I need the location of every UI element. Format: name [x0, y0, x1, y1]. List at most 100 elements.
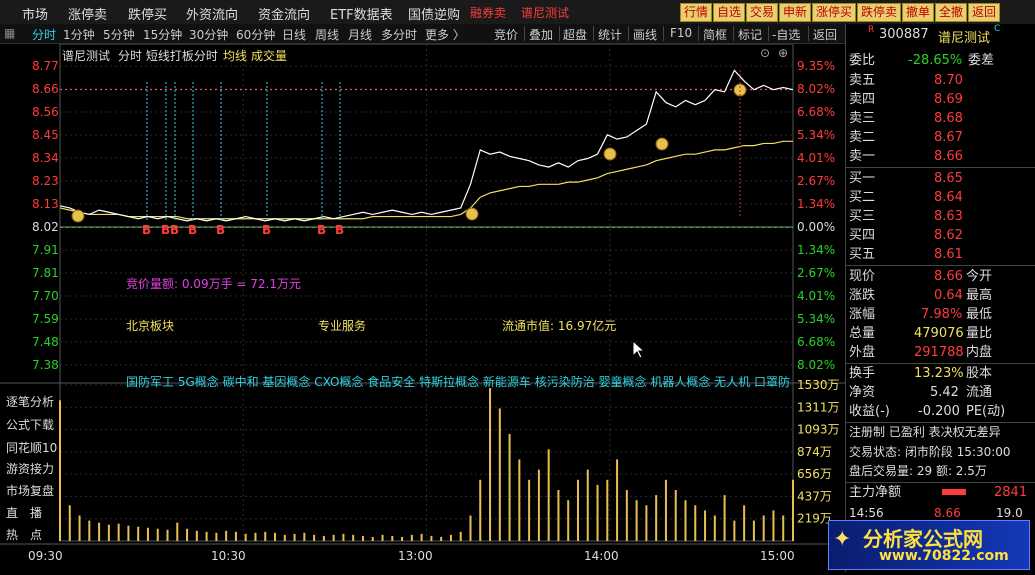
- divider: [524, 26, 525, 41]
- tab-5min[interactable]: 5分钟: [103, 26, 135, 43]
- chart-canvas[interactable]: 8.77 9.35% 8.66 8.02% 8.56 6.68% 8.45 5.34% 8.34…: [0, 43, 845, 572]
- quote-panel: R 300887 谱尼测试 C 委比 -28.65% 委差 卖五 8.70 卖四…: [845, 24, 1035, 572]
- menu-limit-down-buy[interactable]: 跌停买: [128, 4, 167, 23]
- tab-intraday[interactable]: 分时: [32, 26, 56, 43]
- ask4-price[interactable]: 8.69: [934, 90, 963, 109]
- time-label: 15:00: [760, 549, 795, 563]
- logo-star-icon: ✦: [833, 527, 852, 552]
- left-menu-tick-analysis[interactable]: 逐笔分析: [6, 393, 54, 410]
- tab-15min[interactable]: 15分钟: [143, 26, 182, 43]
- volume-bar: [361, 535, 364, 541]
- trade-status: 交易状态: 闭市阶段 15:30:00: [849, 445, 1011, 459]
- left-menu-formula-download[interactable]: 公式下载: [6, 416, 54, 433]
- btn-limit-up-buy[interactable]: 涨停买: [812, 3, 857, 22]
- tool-f10[interactable]: F10: [670, 26, 692, 40]
- menu-limit-up-sell[interactable]: 涨停卖: [68, 4, 107, 23]
- tab-1min[interactable]: 1分钟: [63, 26, 95, 43]
- menu-foreign-flow[interactable]: 外资流向: [186, 4, 238, 23]
- bid5-price[interactable]: 8.61: [934, 245, 963, 264]
- right-axis-tick-label: 1.34%: [797, 197, 835, 211]
- bid4-label: 买四: [849, 228, 876, 243]
- volume-bar: [498, 408, 501, 541]
- money-bag-icon: [655, 137, 669, 151]
- tool-return[interactable]: 返回: [813, 26, 837, 43]
- eps-value: -0.200: [918, 404, 960, 419]
- left-menu-live[interactable]: 直 播: [6, 504, 42, 521]
- nav-label: 净资: [849, 385, 876, 400]
- right-axis-tick-label: 8.02%: [797, 358, 835, 372]
- volume-bar: [59, 400, 61, 541]
- left-menu-market-review[interactable]: 市场复盘: [6, 482, 54, 499]
- btn-quote[interactable]: 行情: [680, 3, 713, 22]
- btn-limit-down-sell[interactable]: 跌停卖: [857, 3, 902, 22]
- tab-30min[interactable]: 30分钟: [189, 26, 228, 43]
- btn-ipo[interactable]: 申新: [779, 3, 812, 22]
- tool-overlay[interactable]: 叠加: [529, 26, 553, 43]
- right-axis-tick-label: 1.34%: [797, 243, 835, 257]
- left-menu-hot[interactable]: 热 点: [6, 526, 42, 543]
- ask2-price[interactable]: 8.67: [934, 128, 963, 147]
- volume-bar: [430, 535, 433, 541]
- volume-axis-tick-label: 874万: [797, 445, 832, 459]
- right-axis-tick-label: 4.01%: [797, 289, 835, 303]
- grid-icon[interactable]: ▦: [4, 26, 15, 40]
- volume-bar: [205, 531, 208, 541]
- bid2-price[interactable]: 8.64: [934, 188, 963, 207]
- volume-bar: [772, 510, 775, 541]
- left-menu-hot-money[interactable]: 游资接力: [6, 460, 54, 477]
- settings-icon[interactable]: ⊙: [760, 46, 770, 60]
- tab-multi-intraday[interactable]: 多分时: [381, 26, 417, 43]
- volume-bar: [537, 469, 540, 541]
- left-axis-tick-label: 8.13: [32, 197, 59, 211]
- add-icon[interactable]: ⊕: [778, 46, 788, 60]
- divider: [846, 167, 1035, 168]
- tab-60min[interactable]: 60分钟: [236, 26, 275, 43]
- ask1-price[interactable]: 8.66: [934, 147, 963, 166]
- float-label: 流通: [966, 385, 993, 400]
- volume-bar: [489, 388, 492, 541]
- menu-reverse-repo[interactable]: 国债逆购: [408, 4, 460, 23]
- tool-remove-watch[interactable]: -自选: [772, 26, 800, 43]
- tab-weekly[interactable]: 周线: [315, 26, 339, 43]
- tool-draw[interactable]: 画线: [633, 26, 657, 43]
- left-menu-ths10[interactable]: 同花顺10: [6, 439, 57, 456]
- bid3-price[interactable]: 8.63: [934, 207, 963, 226]
- main-flow-label: 主力净额: [849, 485, 902, 500]
- divider: [663, 26, 664, 41]
- divider: [846, 265, 1035, 266]
- volume-axis-tick-label: 1530万: [797, 378, 840, 392]
- menu-short-sell[interactable]: 融券卖: [470, 4, 506, 21]
- menu-etf-table[interactable]: ETF数据表: [330, 4, 393, 23]
- tool-mark[interactable]: 标记: [738, 26, 762, 43]
- right-axis-tick-label: 6.68%: [797, 105, 835, 119]
- tab-daily[interactable]: 日线: [282, 26, 306, 43]
- menu-stock-name[interactable]: 谱尼测试: [521, 4, 569, 21]
- buy-marker: B: [170, 223, 179, 237]
- tool-stats[interactable]: 统计: [598, 26, 622, 43]
- buy-marker: B: [216, 223, 225, 237]
- bid4-price[interactable]: 8.62: [934, 226, 963, 245]
- ask3-price[interactable]: 8.68: [934, 109, 963, 128]
- tool-simple[interactable]: 简框: [703, 26, 727, 43]
- btn-cancel-order[interactable]: 撤单: [902, 3, 935, 22]
- volume-bar: [694, 505, 697, 541]
- price-label: 现价: [849, 269, 876, 284]
- volume-bar: [713, 515, 716, 541]
- main-flow-bar: [942, 489, 966, 495]
- btn-watchlist[interactable]: 自选: [713, 3, 746, 22]
- tool-auction[interactable]: 竞价: [494, 26, 518, 43]
- btn-return[interactable]: 返回: [968, 3, 1001, 22]
- btn-cancel-all[interactable]: 全撤: [935, 3, 968, 22]
- volume-bar: [401, 536, 404, 541]
- inner-label: 内盘: [966, 345, 993, 360]
- ask5-price[interactable]: 8.70: [934, 71, 963, 90]
- main-flow-value: 2841: [994, 485, 1028, 500]
- menu-market[interactable]: 市场: [22, 4, 48, 23]
- tab-monthly[interactable]: 月线: [348, 26, 372, 43]
- tab-more[interactable]: 更多 〉: [425, 26, 465, 43]
- bid1-price[interactable]: 8.65: [934, 169, 963, 188]
- tool-super[interactable]: 超盘: [563, 26, 587, 43]
- watermark-url: www.70822.com: [879, 548, 1009, 564]
- menu-capital-flow[interactable]: 资金流向: [258, 4, 310, 23]
- btn-trade[interactable]: 交易: [746, 3, 779, 22]
